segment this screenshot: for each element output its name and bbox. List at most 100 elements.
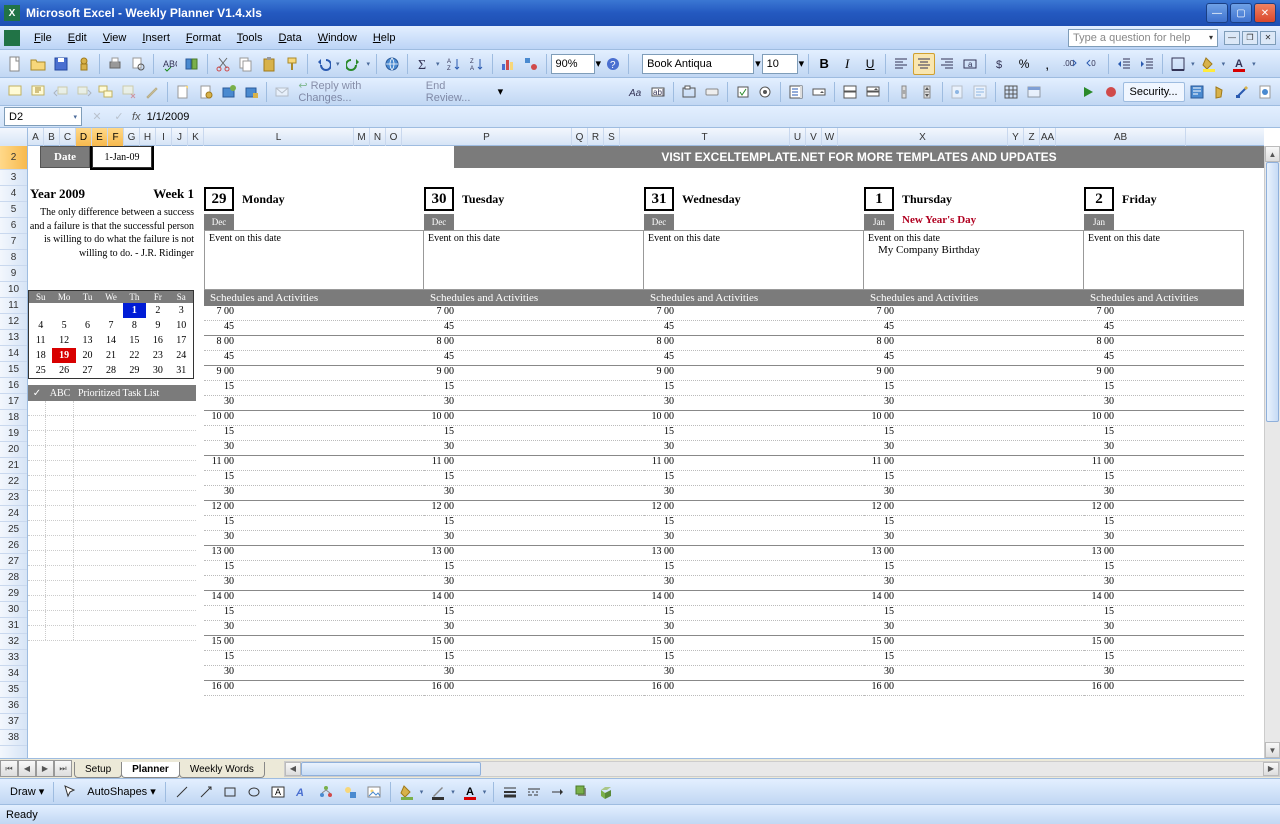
threed-icon[interactable] <box>595 781 617 803</box>
col-header-J[interactable]: J <box>172 128 188 146</box>
open-icon[interactable] <box>27 53 49 75</box>
task-row[interactable] <box>28 461 196 476</box>
schedule-row[interactable]: 15 <box>424 426 644 441</box>
row-header-27[interactable]: 27 <box>0 554 27 570</box>
schedule-row[interactable]: 15 00 <box>1084 636 1244 651</box>
align-right-icon[interactable] <box>936 53 958 75</box>
show-all-comments-icon[interactable] <box>95 81 117 103</box>
schedule-row[interactable]: 30 <box>204 441 424 456</box>
schedule-row[interactable]: 15 <box>424 516 644 531</box>
row-header-7[interactable]: 7 <box>0 234 27 250</box>
scroll-down-button[interactable]: ▼ <box>1265 742 1280 758</box>
date-value-cell[interactable]: 1-Jan-09 <box>92 146 152 168</box>
copy-icon[interactable] <box>235 53 257 75</box>
currency-icon[interactable]: $ <box>990 53 1012 75</box>
event-box[interactable]: Event on this dateMy Company Birthday <box>864 230 1084 290</box>
schedule-row[interactable]: 30 <box>204 666 424 681</box>
task-row[interactable] <box>28 431 196 446</box>
font-name-input[interactable]: Book Antiqua <box>642 54 754 74</box>
schedule-row[interactable]: 45 <box>1084 321 1244 336</box>
schedule-row[interactable]: 45 <box>1084 351 1244 366</box>
protect-share-icon[interactable] <box>241 81 263 103</box>
shadow-icon[interactable] <box>571 781 593 803</box>
row-header-24[interactable]: 24 <box>0 506 27 522</box>
spinner-tool-icon[interactable] <box>916 81 938 103</box>
option-tool-icon[interactable] <box>755 81 777 103</box>
draw-menu[interactable]: Draw ▾ <box>6 785 48 798</box>
schedule-row[interactable]: 15 <box>1084 381 1244 396</box>
schedule-row[interactable]: 30 <box>424 396 644 411</box>
schedule-row[interactable]: 8 00 <box>864 336 1084 351</box>
schedule-row[interactable]: 10 00 <box>644 411 864 426</box>
protect-sheet-icon[interactable] <box>195 81 217 103</box>
send-mail-icon[interactable] <box>271 81 293 103</box>
schedule-row[interactable]: 30 <box>644 441 864 456</box>
schedule-row[interactable]: 15 <box>204 381 424 396</box>
scroll-right-button[interactable]: ▶ <box>1263 762 1279 776</box>
schedule-row[interactable]: 30 <box>644 621 864 636</box>
row-header-18[interactable]: 18 <box>0 410 27 426</box>
row-header-21[interactable]: 21 <box>0 458 27 474</box>
prev-comment-icon[interactable] <box>50 81 72 103</box>
schedule-row[interactable]: 30 <box>864 531 1084 546</box>
spelling-icon[interactable]: ABC <box>158 53 180 75</box>
schedule-row[interactable]: 12 00 <box>864 501 1084 516</box>
combo-drop-tool-icon[interactable] <box>862 81 884 103</box>
decrease-decimal-icon[interactable]: .0 <box>1082 53 1104 75</box>
menu-window[interactable]: Window <box>310 29 365 47</box>
schedule-row[interactable]: 30 <box>1084 666 1244 681</box>
task-row[interactable] <box>28 506 196 521</box>
sheet-content[interactable]: Date 1-Jan-09 VISIT EXCELTEMPLATE.NET FO… <box>28 146 1264 758</box>
row-header-6[interactable]: 6 <box>0 218 27 234</box>
schedule-row[interactable]: 13 00 <box>644 546 864 561</box>
ink-icon[interactable] <box>141 81 163 103</box>
row-header-19[interactable]: 19 <box>0 426 27 442</box>
increase-indent-icon[interactable] <box>1136 53 1158 75</box>
schedule-row[interactable]: 15 <box>644 561 864 576</box>
schedule-row[interactable]: 12 00 <box>204 501 424 516</box>
task-row[interactable] <box>28 446 196 461</box>
design-mode-icon[interactable] <box>1231 81 1253 103</box>
borders-icon[interactable] <box>1167 53 1189 75</box>
schedule-row[interactable]: 7 00 <box>864 306 1084 321</box>
schedule-row[interactable]: 15 <box>1084 471 1244 486</box>
schedule-row[interactable]: 15 00 <box>864 636 1084 651</box>
schedule-row[interactable]: 15 <box>644 381 864 396</box>
schedule-row[interactable]: 9 00 <box>424 366 644 381</box>
line-color-icon[interactable] <box>427 781 449 803</box>
task-row[interactable] <box>28 401 196 416</box>
col-header-Q[interactable]: Q <box>572 128 588 146</box>
vertical-scrollbar[interactable]: ▲ ▼ <box>1264 146 1280 758</box>
minimize-button[interactable]: — <box>1206 3 1228 23</box>
task-row[interactable] <box>28 476 196 491</box>
doc-restore-button[interactable]: ❐ <box>1242 31 1258 45</box>
font-name-dropdown[interactable]: ▾ <box>755 57 761 70</box>
schedule-row[interactable]: 15 <box>204 651 424 666</box>
macro-play-icon[interactable] <box>1077 81 1099 103</box>
dash-style-icon[interactable] <box>523 781 545 803</box>
row-header-28[interactable]: 28 <box>0 570 27 586</box>
schedule-row[interactable]: 16 00 <box>424 681 644 696</box>
schedule-row[interactable]: 15 <box>864 651 1084 666</box>
italic-button[interactable]: I <box>836 53 858 75</box>
task-row[interactable] <box>28 581 196 596</box>
help-icon[interactable]: ? <box>602 53 624 75</box>
schedule-row[interactable]: 12 00 <box>424 501 644 516</box>
vscroll-thumb[interactable] <box>1266 162 1279 422</box>
row-header-31[interactable]: 31 <box>0 618 27 634</box>
row-header-22[interactable]: 22 <box>0 474 27 490</box>
col-header-Z[interactable]: Z <box>1024 128 1040 146</box>
schedule-row[interactable]: 30 <box>644 486 864 501</box>
schedule-row[interactable]: 10 00 <box>864 411 1084 426</box>
tab-last-button[interactable]: ⏭ <box>54 760 72 777</box>
col-header-A[interactable]: A <box>28 128 44 146</box>
permission-icon[interactable] <box>73 53 95 75</box>
schedule-row[interactable]: 11 00 <box>644 456 864 471</box>
task-row[interactable] <box>28 596 196 611</box>
row-header-13[interactable]: 13 <box>0 330 27 346</box>
tab-first-button[interactable]: ⏮ <box>0 760 18 777</box>
schedule-row[interactable]: 15 <box>864 381 1084 396</box>
schedule-row[interactable]: 15 <box>1084 516 1244 531</box>
row-header-35[interactable]: 35 <box>0 682 27 698</box>
col-header-Y[interactable]: Y <box>1008 128 1024 146</box>
